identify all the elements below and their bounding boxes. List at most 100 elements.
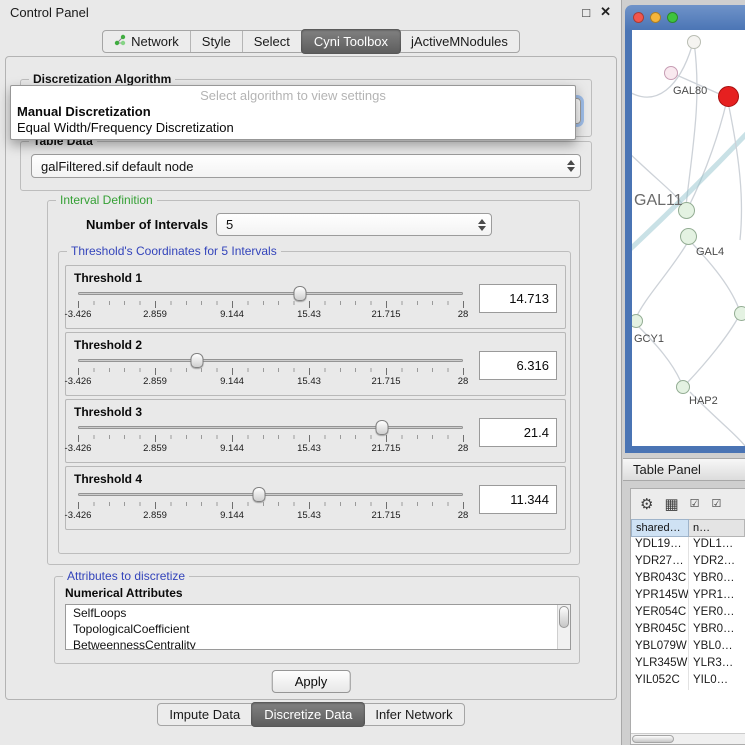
cell[interactable]: YIL052C bbox=[631, 673, 689, 690]
table-hscrollbar[interactable] bbox=[631, 733, 745, 744]
cell[interactable]: YLR3… bbox=[689, 656, 745, 673]
cell[interactable]: YDR27… bbox=[631, 554, 689, 571]
cell[interactable]: YBL079W bbox=[631, 639, 689, 656]
threshold-2-value[interactable]: 6.316 bbox=[479, 351, 557, 380]
network-node[interactable] bbox=[734, 306, 745, 321]
cell[interactable]: YBL0… bbox=[689, 639, 745, 656]
numerical-attributes-list[interactable]: SelfLoops TopologicalCoefficient Between… bbox=[65, 604, 571, 650]
tick-label: 15.43 bbox=[297, 510, 321, 521]
number-of-intervals-label: Number of Intervals bbox=[86, 217, 208, 232]
list-item[interactable]: TopologicalCoefficient bbox=[66, 621, 570, 637]
table-data-select[interactable]: galFiltered.sif default node bbox=[31, 154, 581, 178]
tab-infer-network-label: Infer Network bbox=[375, 707, 452, 722]
number-of-intervals-value: 5 bbox=[226, 217, 233, 232]
cell[interactable]: YBR0… bbox=[689, 571, 745, 588]
tab-cyni-toolbox[interactable]: Cyni Toolbox bbox=[301, 29, 401, 54]
select-all-icon[interactable]: ☑ bbox=[690, 499, 701, 510]
tab-infer-network[interactable]: Infer Network bbox=[364, 704, 463, 725]
minimize-traffic-icon[interactable] bbox=[650, 12, 661, 23]
node-label-gcy1: GCY1 bbox=[634, 333, 664, 345]
slider-thumb[interactable] bbox=[252, 487, 265, 502]
algorithm-option-equal-width[interactable]: Equal Width/Frequency Discretization bbox=[11, 120, 575, 136]
slider-thumb[interactable] bbox=[294, 286, 307, 301]
tick-label: -3.426 bbox=[65, 510, 92, 521]
network-node-selected[interactable] bbox=[718, 86, 739, 107]
threshold-4-slider[interactable] bbox=[78, 486, 463, 502]
table-row[interactable]: YBL079WYBL0… bbox=[631, 639, 745, 656]
table-row[interactable]: YBR043CYBR0… bbox=[631, 571, 745, 588]
algorithm-option-placeholder[interactable]: Select algorithm to view settings bbox=[11, 88, 575, 104]
table-row[interactable]: YLR345WYLR3… bbox=[631, 656, 745, 673]
stepper-icon bbox=[478, 219, 486, 231]
apply-button[interactable]: Apply bbox=[272, 670, 351, 693]
attributes-group: Attributes to discretize Numerical Attri… bbox=[54, 576, 580, 664]
table-hscrollbar-thumb[interactable] bbox=[632, 735, 674, 743]
table-row[interactable]: YIL052CYIL0… bbox=[631, 673, 745, 690]
slider-track[interactable] bbox=[78, 426, 463, 429]
cell[interactable]: YBR043C bbox=[631, 571, 689, 588]
interval-definition-group: Interval Definition Number of Intervals … bbox=[47, 200, 580, 565]
number-of-intervals-select[interactable]: 5 bbox=[216, 213, 492, 236]
tick-label: 2.859 bbox=[143, 376, 167, 387]
tab-select[interactable]: Select bbox=[243, 31, 302, 52]
table-row[interactable]: YPR145WYPR1… bbox=[631, 588, 745, 605]
select-none-icon[interactable]: ☑ bbox=[712, 499, 723, 510]
slider-track[interactable] bbox=[78, 493, 463, 496]
table-row[interactable]: YDL19…YDL1… bbox=[631, 537, 745, 554]
list-scrollbar[interactable] bbox=[557, 605, 570, 649]
tick-label: 28 bbox=[458, 443, 469, 454]
network-node-hap2[interactable] bbox=[676, 380, 690, 394]
list-scrollbar-thumb[interactable] bbox=[559, 606, 569, 628]
tick-label: 9.144 bbox=[220, 309, 244, 320]
threshold-2-slider[interactable] bbox=[78, 352, 463, 368]
cell[interactable]: YIL0… bbox=[689, 673, 745, 690]
slider-track[interactable] bbox=[78, 292, 463, 295]
cell[interactable]: YER054C bbox=[631, 605, 689, 622]
tab-network[interactable]: Network bbox=[103, 31, 191, 52]
list-item[interactable]: SelfLoops bbox=[66, 605, 570, 621]
threshold-1-slider[interactable] bbox=[78, 285, 463, 301]
tick-label: 28 bbox=[458, 376, 469, 387]
threshold-4-value[interactable]: 11.344 bbox=[479, 485, 557, 514]
zoom-traffic-icon[interactable] bbox=[667, 12, 678, 23]
close-traffic-icon[interactable] bbox=[633, 12, 644, 23]
cell[interactable]: YPR1… bbox=[689, 588, 745, 605]
close-window-icon[interactable]: ✕ bbox=[600, 4, 611, 20]
column-header-shared-name[interactable]: shared… bbox=[631, 519, 689, 537]
threshold-3-slider[interactable] bbox=[78, 419, 463, 435]
tab-impute-data[interactable]: Impute Data bbox=[158, 704, 252, 725]
table-row[interactable]: YER054CYER0… bbox=[631, 605, 745, 622]
list-item[interactable]: BetweennessCentrality bbox=[66, 637, 570, 650]
float-window-icon[interactable]: □ bbox=[582, 5, 590, 20]
network-node[interactable] bbox=[687, 35, 701, 49]
threshold-2-controls: Threshold 2 -3.426 2.859 9 bbox=[74, 338, 479, 393]
tab-jactivemnodules[interactable]: jActiveMNodules bbox=[400, 31, 519, 52]
slider-thumb[interactable] bbox=[191, 353, 204, 368]
columns-icon[interactable]: ▦ bbox=[664, 497, 678, 512]
cell[interactable]: YBR045C bbox=[631, 622, 689, 639]
node-label-gal11: GAL11 bbox=[634, 192, 683, 210]
tab-style[interactable]: Style bbox=[191, 31, 243, 52]
column-header-name[interactable]: n… bbox=[689, 519, 745, 537]
slider-thumb[interactable] bbox=[376, 420, 389, 435]
slider-track[interactable] bbox=[78, 359, 463, 362]
threshold-1-label: Threshold 1 bbox=[74, 271, 467, 285]
cell[interactable]: YDR2… bbox=[689, 554, 745, 571]
algorithm-option-manual[interactable]: Manual Discretization bbox=[11, 104, 575, 120]
table-row[interactable]: YDR27…YDR2… bbox=[631, 554, 745, 571]
cell[interactable]: YDL19… bbox=[631, 537, 689, 554]
cell[interactable]: YBR0… bbox=[689, 622, 745, 639]
threshold-1-value[interactable]: 14.713 bbox=[479, 284, 557, 313]
table-row[interactable]: YBR045CYBR0… bbox=[631, 622, 745, 639]
threshold-3-value[interactable]: 21.4 bbox=[479, 418, 557, 447]
tab-discretize-data[interactable]: Discretize Data bbox=[251, 702, 365, 727]
cell[interactable]: YER0… bbox=[689, 605, 745, 622]
network-node-gal4[interactable] bbox=[680, 228, 697, 245]
network-node-gal80[interactable] bbox=[664, 66, 678, 80]
gear-icon[interactable]: ⚙ bbox=[640, 497, 653, 512]
network-canvas[interactable]: GAL80 GAL11 GAL4 GCY1 HAP2 bbox=[632, 30, 745, 446]
cell[interactable]: YDL1… bbox=[689, 537, 745, 554]
cell[interactable]: YLR345W bbox=[631, 656, 689, 673]
window-title: Control Panel bbox=[10, 5, 572, 20]
cell[interactable]: YPR145W bbox=[631, 588, 689, 605]
